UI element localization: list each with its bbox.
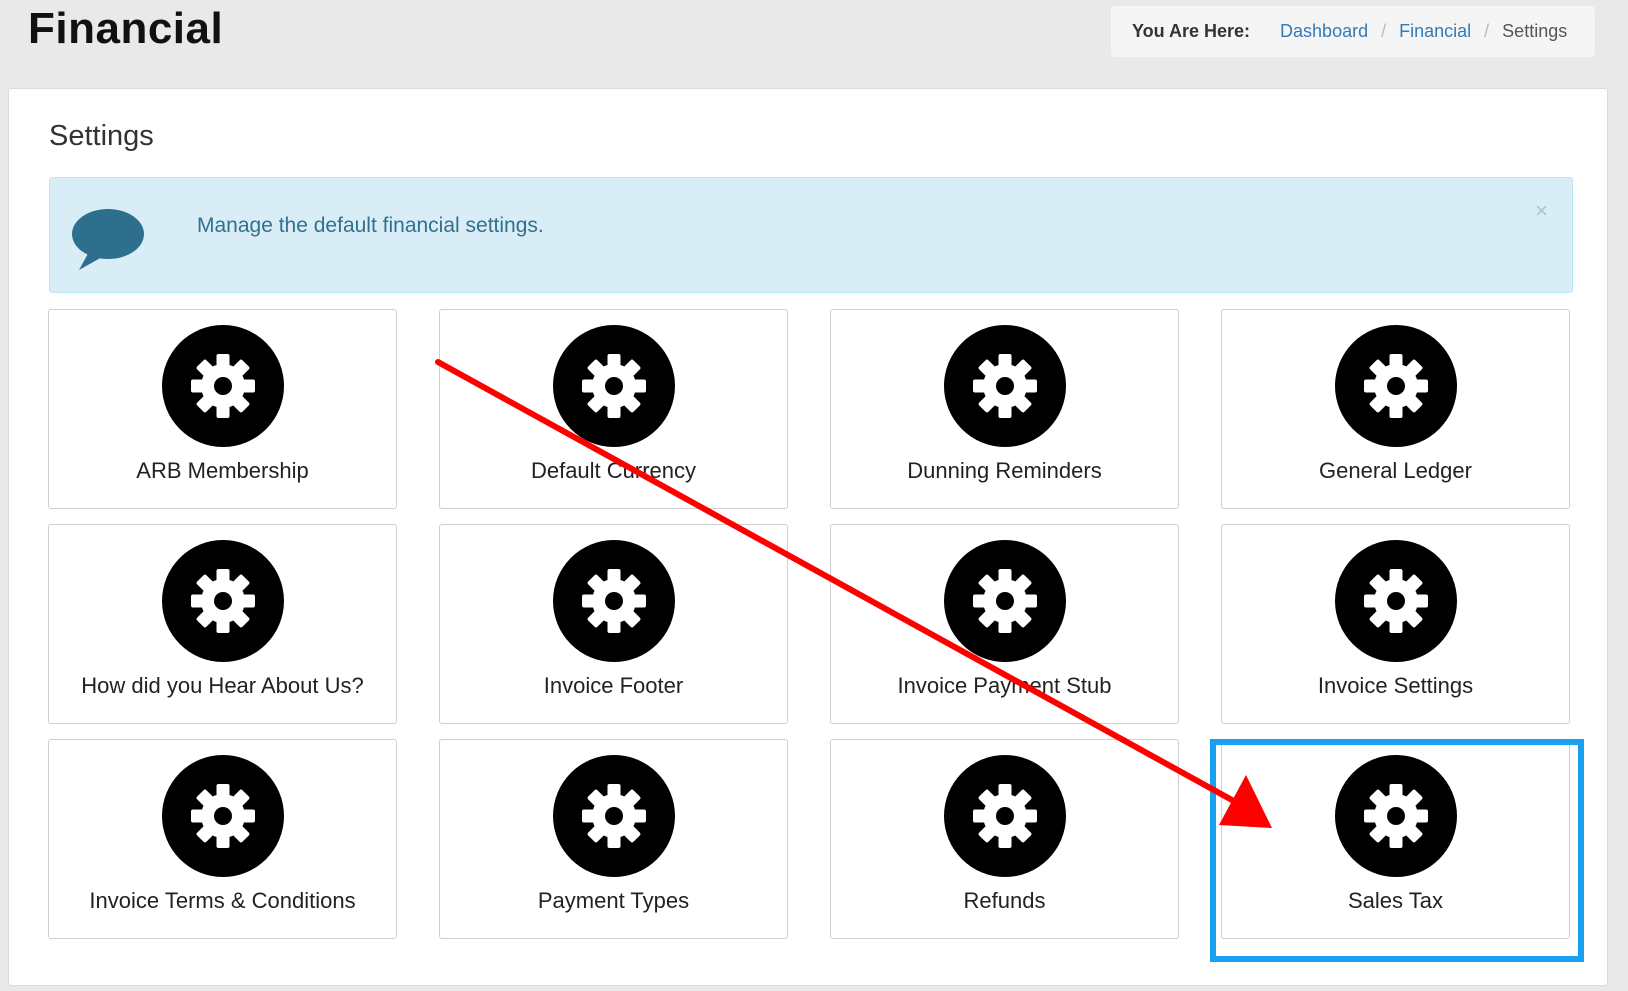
gear-icon: [553, 755, 675, 877]
gear-icon: [944, 755, 1066, 877]
gear-icon: [162, 540, 284, 662]
info-alert: Manage the default financial settings. ×: [49, 177, 1573, 293]
gear-icon: [162, 325, 284, 447]
tile-general-ledger[interactable]: General Ledger: [1221, 309, 1570, 509]
tile-invoice-settings[interactable]: Invoice Settings: [1221, 524, 1570, 724]
gear-icon: [162, 755, 284, 877]
tile-label: Dunning Reminders: [907, 458, 1102, 483]
breadcrumb-lead: You Are Here:: [1132, 21, 1251, 41]
breadcrumb-current: Settings: [1502, 21, 1568, 41]
tile-label: Refunds: [963, 888, 1046, 913]
tile-label: Default Currency: [530, 458, 697, 483]
tile-label: Invoice Terms & Conditions: [89, 888, 356, 913]
breadcrumb-link-dashboard[interactable]: Dashboard: [1280, 21, 1368, 42]
tile-label: Sales Tax: [1348, 888, 1443, 913]
tile-default-currency[interactable]: Default Currency: [439, 309, 788, 509]
gear-icon: [553, 540, 675, 662]
tile-invoice-footer[interactable]: Invoice Footer: [439, 524, 788, 724]
breadcrumb: You Are Here: Dashboard / Financial / Se…: [1111, 6, 1595, 57]
tile-dunning-reminders[interactable]: Dunning Reminders: [830, 309, 1179, 509]
settings-panel: Settings Manage the default financial se…: [8, 88, 1608, 986]
tile-label: Payment Types: [537, 888, 690, 913]
gear-icon: [1335, 540, 1457, 662]
gear-icon: [1335, 755, 1457, 877]
tile-label: Invoice Footer: [543, 673, 684, 698]
tile-label: General Ledger: [1319, 458, 1472, 483]
gear-icon: [944, 540, 1066, 662]
gear-icon: [553, 325, 675, 447]
panel-heading: Settings: [49, 120, 154, 152]
page-header: Financial You Are Here: Dashboard / Fina…: [0, 0, 1628, 86]
tile-sales-tax[interactable]: Sales Tax: [1221, 739, 1570, 939]
tile-invoice-terms-conditions[interactable]: Invoice Terms & Conditions: [48, 739, 397, 939]
breadcrumb-link-financial[interactable]: Financial: [1399, 21, 1471, 42]
close-icon[interactable]: ×: [1535, 200, 1548, 222]
tile-label: ARB Membership: [136, 458, 309, 483]
tile-arb-membership[interactable]: ARB Membership: [48, 309, 397, 509]
tile-payment-types[interactable]: Payment Types: [439, 739, 788, 939]
tile-label: How did you Hear About Us?: [81, 673, 364, 698]
alert-message: Manage the default financial settings.: [197, 214, 544, 237]
breadcrumb-separator: /: [1381, 21, 1387, 41]
speech-bubble-icon: [72, 209, 144, 270]
gear-icon: [944, 325, 1066, 447]
tile-invoice-payment-stub[interactable]: Invoice Payment Stub: [830, 524, 1179, 724]
gear-icon: [1335, 325, 1457, 447]
tile-label: Invoice Payment Stub: [897, 673, 1112, 698]
tile-label: Invoice Settings: [1317, 673, 1474, 698]
breadcrumb-separator: /: [1484, 21, 1490, 41]
tile-refunds[interactable]: Refunds: [830, 739, 1179, 939]
tile-how-did-you-hear[interactable]: How did you Hear About Us?: [48, 524, 397, 724]
page-title: Financial: [28, 4, 224, 53]
